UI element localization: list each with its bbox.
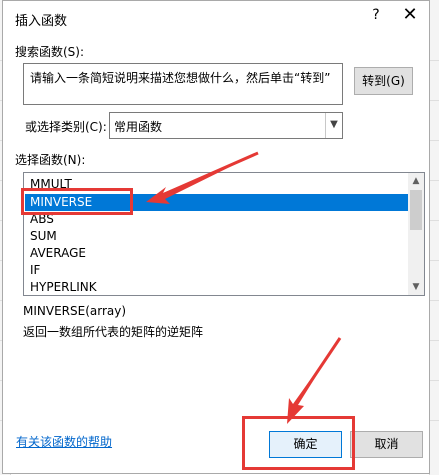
annotation-arrows <box>146 151 342 424</box>
